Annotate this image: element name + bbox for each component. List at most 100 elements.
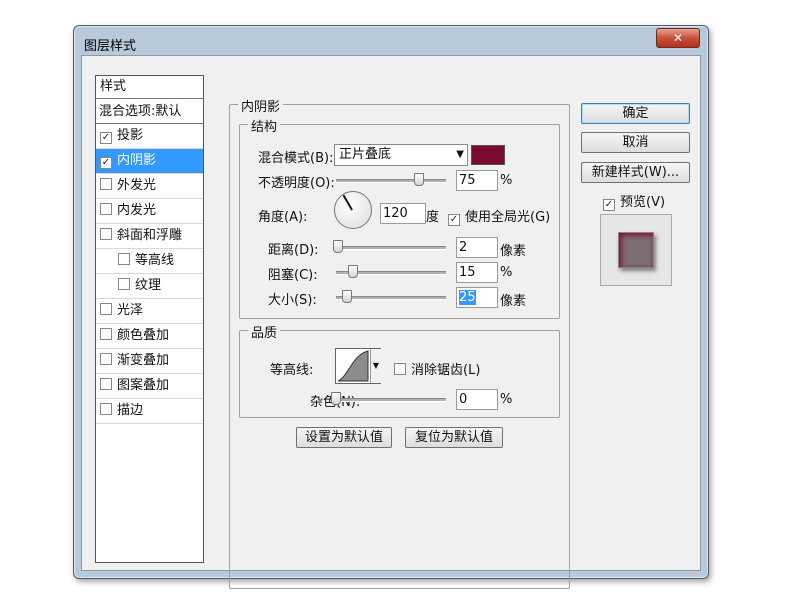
noise-slider[interactable] — [336, 398, 446, 402]
structure-title: 结构 — [248, 116, 281, 135]
angle-input[interactable]: 120 — [380, 203, 426, 224]
style-item[interactable]: 等高线 — [96, 249, 203, 274]
style-item[interactable]: 图案叠加 — [96, 374, 203, 399]
style-item-label: 图案叠加 — [117, 378, 170, 393]
angle-dial[interactable] — [334, 191, 372, 229]
preview-label: 预览(V) — [620, 195, 666, 210]
dialog-client: 样式 混合选项:默认 ✓ 投影 ✓ 内阴影外发光内发光斜面和浮雕等高线纹理光泽颜色叠加… — [81, 55, 701, 589]
style-item[interactable]: 渐变叠加 — [96, 349, 203, 374]
distance-slider[interactable] — [336, 246, 446, 250]
contour-label: 等高线: — [270, 363, 314, 378]
style-item-label: 光泽 — [117, 303, 144, 318]
style-item-label: 斜面和浮雕 — [117, 228, 183, 243]
cancel-button[interactable]: 取消 — [581, 132, 690, 153]
contour-picker[interactable]: ▼ — [335, 348, 381, 384]
inner-shadow-title: 内阴影 — [238, 96, 284, 115]
angle-needle — [342, 194, 353, 211]
angle-label: 角度(A): — [258, 210, 308, 225]
angle-unit: 度 — [426, 210, 440, 225]
preview-check-icon: ✓ — [603, 199, 615, 211]
style-item-label: 渐变叠加 — [117, 353, 170, 368]
checkbox-icon[interactable] — [100, 178, 112, 190]
style-item-label: 内阴影 — [117, 153, 157, 168]
style-item[interactable]: 纹理 — [96, 274, 203, 299]
opacity-slider-thumb[interactable] — [413, 173, 424, 186]
distance-slider-thumb[interactable] — [333, 240, 344, 253]
checkbox-icon[interactable]: ✓ — [100, 132, 112, 144]
opacity-input[interactable]: 75 — [456, 170, 498, 191]
global-light-label: 使用全局光(G) — [465, 210, 551, 225]
checkbox-icon[interactable] — [100, 353, 112, 365]
style-list-header[interactable]: 样式 — [96, 76, 203, 99]
style-item-label: 纹理 — [135, 278, 162, 293]
quality-title: 品质 — [248, 322, 281, 341]
opacity-unit: % — [500, 173, 513, 188]
style-item-label: 内发光 — [117, 203, 157, 218]
shadow-color-swatch[interactable] — [471, 145, 505, 165]
checkbox-icon[interactable] — [100, 328, 112, 340]
blending-options-item[interactable]: 混合选项:默认 — [96, 99, 203, 124]
chevron-down-icon: ▼ — [370, 349, 381, 383]
inner-shadow-panel: 内阴影 结构 混合模式(B): 正片叠底 ▼ 不透明度(O): 75 % 角度(… — [229, 96, 570, 589]
style-item[interactable]: 内发光 — [96, 199, 203, 224]
checkbox-icon[interactable] — [100, 203, 112, 215]
make-default-button[interactable]: 设置为默认值 — [296, 427, 392, 448]
size-slider-thumb[interactable] — [342, 290, 352, 303]
checkbox-icon[interactable] — [118, 278, 130, 290]
style-item-label: 等高线 — [135, 253, 175, 268]
choke-slider-thumb[interactable] — [347, 265, 358, 278]
style-item[interactable]: 光泽 — [96, 299, 203, 324]
distance-label: 距离(D): — [268, 243, 319, 258]
antialias-label: 消除锯齿(L) — [411, 363, 481, 378]
distance-unit: 像素 — [500, 244, 527, 259]
style-item[interactable]: 外发光 — [96, 174, 203, 199]
noise-unit: % — [500, 392, 513, 407]
size-unit: 像素 — [500, 294, 527, 309]
new-style-button[interactable]: 新建样式(W)... — [581, 162, 690, 183]
global-light-check-icon: ✓ — [448, 214, 460, 226]
style-item[interactable]: 描边 — [96, 399, 203, 424]
style-item[interactable]: 颜色叠加 — [96, 324, 203, 349]
antialias-checkbox[interactable]: 消除锯齿(L) — [394, 359, 480, 378]
opacity-slider[interactable] — [336, 179, 446, 183]
antialias-check-icon — [394, 363, 406, 375]
checkbox-icon[interactable] — [100, 403, 112, 415]
style-item-label: 描边 — [117, 403, 144, 418]
close-button[interactable]: ✕ — [656, 28, 700, 48]
blend-mode-label: 混合模式(B): — [258, 151, 334, 166]
choke-label: 阻塞(C): — [268, 268, 318, 283]
noise-slider-thumb[interactable] — [331, 392, 341, 405]
size-value: 25 — [459, 290, 476, 305]
size-slider[interactable] — [336, 296, 446, 300]
preview-checkbox[interactable]: ✓ 预览(V) — [603, 191, 665, 211]
style-item-label: 外发光 — [117, 178, 157, 193]
style-item[interactable]: ✓ 内阴影 — [96, 149, 203, 174]
style-item[interactable]: 斜面和浮雕 — [96, 224, 203, 249]
checkbox-icon[interactable] — [100, 228, 112, 240]
checkbox-icon[interactable]: ✓ — [100, 157, 112, 169]
size-label: 大小(S): — [268, 293, 317, 308]
contour-curve-icon — [337, 350, 369, 382]
reset-default-button[interactable]: 复位为默认值 — [405, 427, 503, 448]
layer-style-dialog: 图层样式 ✕ 样式 混合选项:默认 ✓ 投影 ✓ 内阴影 外发光 内发光 斜面和浮雕 等高线纹… — [73, 25, 709, 589]
style-item-label: 颜色叠加 — [117, 328, 170, 343]
preview-swatch — [618, 232, 654, 268]
preview-thumbnail — [600, 214, 672, 286]
size-input[interactable]: 25 — [456, 287, 498, 308]
use-global-light-checkbox[interactable]: ✓ 使用全局光(G) — [448, 206, 550, 226]
blend-mode-select[interactable]: 正片叠底 ▼ — [334, 144, 468, 166]
style-item-label: 投影 — [117, 128, 144, 143]
checkbox-icon[interactable] — [100, 303, 112, 315]
noise-input[interactable]: 0 — [456, 389, 498, 410]
ok-button[interactable]: 确定 — [581, 103, 690, 124]
opacity-label: 不透明度(O): — [258, 176, 335, 191]
quality-group: 品质 等高线: ▼ 消除锯齿(L) 杂色(N): 0 % — [239, 322, 560, 418]
distance-input[interactable]: 2 — [456, 237, 498, 258]
checkbox-icon[interactable] — [100, 378, 112, 390]
style-item[interactable]: ✓ 投影 — [96, 124, 203, 149]
style-list: 样式 混合选项:默认 ✓ 投影 ✓ 内阴影外发光内发光斜面和浮雕等高线纹理光泽颜色叠加… — [95, 75, 204, 563]
structure-group: 结构 混合模式(B): 正片叠底 ▼ 不透明度(O): 75 % 角度(A): … — [239, 116, 560, 319]
checkbox-icon[interactable] — [118, 253, 130, 265]
choke-input[interactable]: 15 — [456, 262, 498, 283]
chevron-down-icon: ▼ — [456, 149, 464, 160]
